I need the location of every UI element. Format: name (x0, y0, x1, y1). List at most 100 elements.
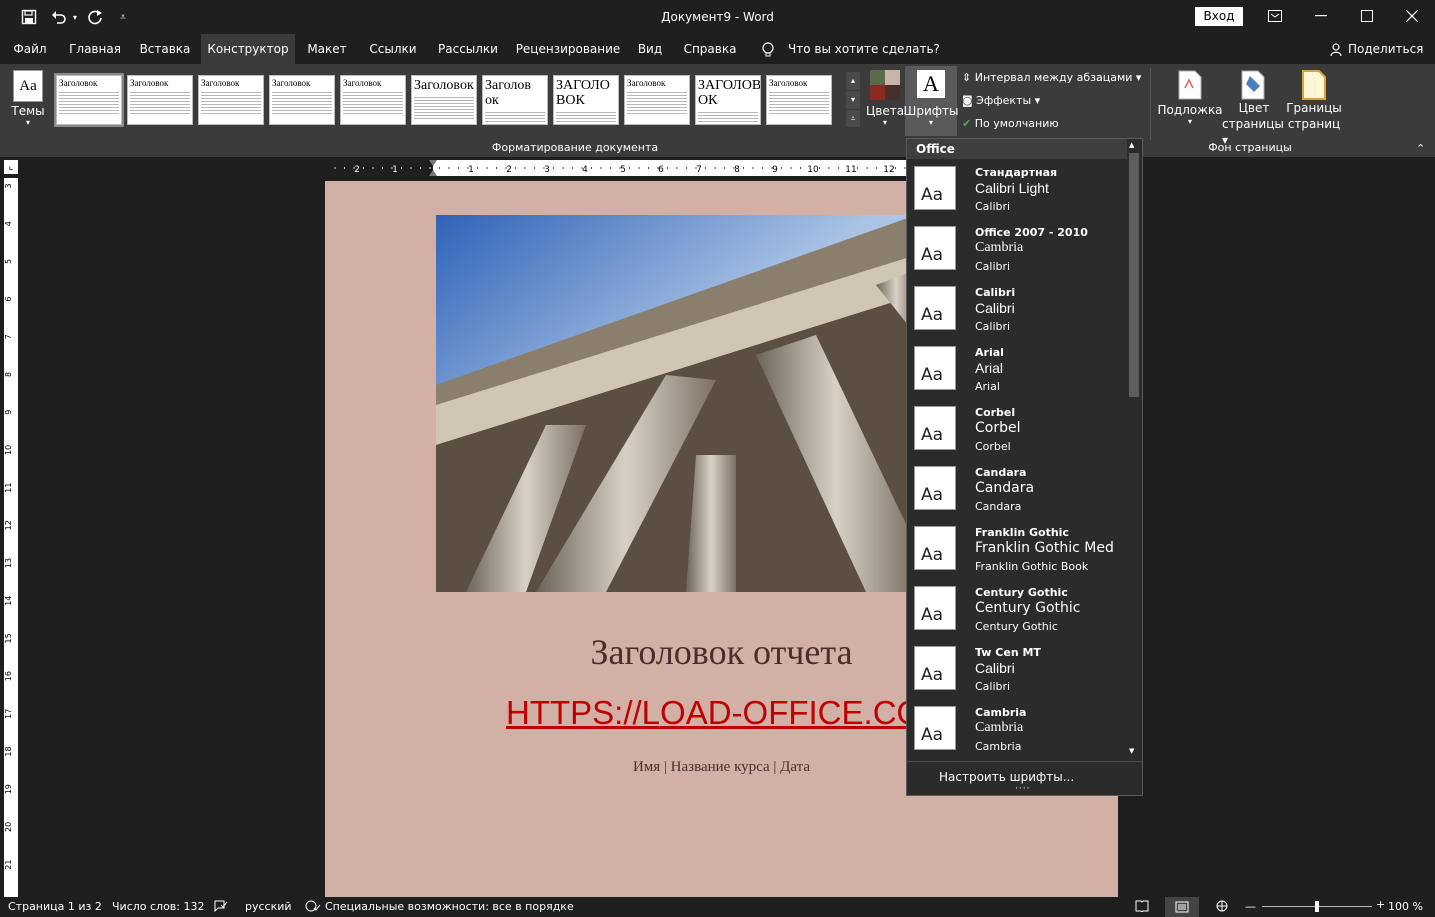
fonts-scroll-thumb[interactable] (1129, 153, 1139, 397)
gallery-up-icon[interactable]: ▴ (846, 72, 860, 90)
tell-me-search[interactable]: Что вы хотите сделать? (788, 34, 940, 64)
tab-references[interactable]: Ссылки (362, 34, 424, 64)
maximize-icon[interactable] (1344, 0, 1390, 32)
style-set-heading: Заголовок (59, 78, 98, 88)
font-theme-item[interactable]: Aa Стандартная Calibri Light Calibri (907, 161, 1127, 221)
fonts-footer: Настроить шрифты... ···· (907, 761, 1142, 796)
tab-review[interactable]: Рецензирование (512, 34, 624, 64)
fonts-button[interactable]: A Шрифты ▾ (904, 66, 959, 136)
style-set-thumb[interactable]: Заголовок (269, 75, 335, 125)
font-preview-icon: Aa (914, 406, 956, 450)
font-theme-item[interactable]: Aa Tw Cen MT Calibri Calibri (907, 641, 1127, 701)
tab-home[interactable]: Главная (62, 34, 128, 64)
gallery-more-icon[interactable]: ⩡ (846, 110, 860, 127)
scroll-up-icon[interactable]: ▲ (1129, 141, 1134, 149)
print-layout-icon[interactable] (1165, 897, 1199, 917)
style-set-thumb[interactable]: Заголовок (340, 75, 406, 125)
style-set-thumb[interactable]: Заголов ок (482, 75, 548, 125)
page-borders-label-1: Границы (1286, 101, 1342, 115)
font-theme-item[interactable]: Aa Candara Candara Candara (907, 461, 1127, 521)
lightbulb-icon[interactable] (760, 34, 776, 64)
style-set-thumb[interactable]: ЗАГОЛОВ ОК (695, 75, 761, 125)
style-set-heading: Заголовок (769, 78, 808, 88)
ruler-number: 11 (845, 165, 856, 175)
page-color-icon (1241, 70, 1265, 100)
fonts-scrollbar[interactable]: ▲ ▼ (1127, 139, 1142, 759)
web-layout-icon[interactable] (1215, 900, 1229, 915)
zoom-slider-thumb[interactable] (1315, 901, 1319, 912)
read-mode-icon[interactable] (1135, 900, 1149, 915)
fonts-dropdown: Office ▲ ▼ Aa Стандартная Calibri Light Cal… (906, 138, 1143, 796)
font-theme-body: Calibri (975, 200, 1011, 213)
scroll-down-icon[interactable]: ▼ (1129, 747, 1134, 755)
zoom-out-icon[interactable]: — (1245, 900, 1256, 913)
tab-file[interactable]: Файл (8, 34, 52, 64)
tab-selector[interactable]: ⌞ (4, 160, 18, 174)
ruler-number: 10 (807, 165, 819, 175)
customize-fonts-button[interactable]: Настроить шрифты... (939, 770, 1074, 784)
menu-bar: Файл Главная Вставка Конструктор Макет С… (0, 34, 1435, 64)
font-theme-item[interactable]: Aa Century Gothic Century Gothic Century Go… (907, 581, 1127, 641)
share-button[interactable]: Поделиться (1348, 34, 1423, 64)
page-color-button[interactable]: Цвет страницы ▾ (1222, 70, 1286, 148)
set-default-button[interactable]: ✔ По умолчанию (962, 117, 1059, 130)
font-theme-name: Cambria (975, 706, 1027, 719)
vruler-number: 3 (4, 183, 13, 188)
font-theme-heading: Cambria (975, 720, 1024, 735)
tab-layout[interactable]: Макет (301, 34, 353, 64)
zoom-in-icon[interactable]: + (1376, 898, 1385, 911)
ribbon-display-icon[interactable] (1252, 0, 1298, 32)
style-set-thumb[interactable]: Заголовок (54, 73, 124, 127)
accessibility-icon[interactable] (305, 900, 321, 915)
font-theme-heading: Cambria (975, 240, 1024, 255)
tab-view[interactable]: Вид (632, 34, 668, 64)
share-person-icon[interactable] (1328, 34, 1344, 64)
close-icon[interactable] (1389, 0, 1435, 32)
minimize-icon[interactable] (1298, 0, 1344, 32)
gallery-down-icon[interactable]: ▾ (846, 91, 860, 109)
language[interactable]: русский (245, 900, 292, 913)
tab-help[interactable]: Справка (678, 34, 742, 64)
zoom-slider[interactable] (1262, 901, 1372, 912)
ruler-number: 12 (883, 165, 894, 175)
tab-insert[interactable]: Вставка (134, 34, 196, 64)
style-set-thumb[interactable]: Заголовок (624, 75, 690, 125)
font-theme-item[interactable]: Aa Franklin Gothic Franklin Gothic Med Fran… (907, 521, 1127, 581)
cover-photo[interactable] (436, 215, 916, 592)
gallery-scroll[interactable]: ▴ ▾ ⩡ (846, 72, 860, 127)
tab-mailings[interactable]: Рассылки (432, 34, 504, 64)
style-set-thumb[interactable]: Заголовок (127, 75, 193, 125)
font-theme-item[interactable]: Aa Cambria Cambria Cambria (907, 701, 1127, 761)
font-theme-item[interactable]: Aa Office 2007 - 2010 Cambria Calibri (907, 221, 1127, 281)
effects-icon: ◙ (962, 94, 977, 107)
proofing-icon[interactable] (214, 900, 228, 915)
font-theme-item[interactable]: Aa Arial Arial Arial (907, 341, 1127, 401)
paragraph-spacing-button[interactable]: ⇕ Интервал между абзацами ▾ (962, 71, 1141, 84)
font-theme-item[interactable]: Aa Calibri Calibri Calibri (907, 281, 1127, 341)
tab-design[interactable]: Конструктор (201, 34, 295, 64)
themes-icon: Aa (13, 70, 43, 102)
font-preview-icon: Aa (914, 466, 956, 510)
font-theme-item[interactable]: Aa Corbel Corbel Corbel (907, 401, 1127, 461)
themes-button[interactable]: Aa Темы ▾ (10, 70, 46, 127)
fonts-dropdown-header: Office (907, 139, 1127, 159)
style-set-thumb[interactable]: Заголовок (766, 75, 832, 125)
vertical-ruler[interactable]: 345678910111213141516171819202122 (4, 178, 18, 898)
accessibility-status[interactable]: Специальные возможности: все в порядке (325, 900, 574, 913)
signin-button[interactable]: Вход (1195, 7, 1243, 26)
colors-button[interactable]: Цвета ▾ (862, 70, 908, 127)
page-count[interactable]: Страница 1 из 2 (8, 900, 102, 913)
effects-button[interactable]: ◙ Эффекты ▾ (962, 94, 1040, 107)
watermark-button[interactable]: Подложка ▾ (1157, 70, 1223, 126)
report-link[interactable]: HTTPS://LOAD-OFFICE.CO (506, 694, 922, 732)
resize-grip-icon[interactable]: ···· (1015, 784, 1030, 794)
vruler-number: 14 (4, 596, 13, 606)
zoom-level[interactable]: 100 % (1388, 900, 1423, 913)
watermark-label: Подложка (1157, 103, 1223, 117)
style-set-thumb[interactable]: ЗАГОЛО ВОК (553, 75, 619, 125)
style-set-thumb[interactable]: Заголовок (198, 75, 264, 125)
style-set-thumb[interactable]: Заголовок (411, 75, 477, 125)
page-borders-button[interactable]: Границы страниц (1286, 70, 1342, 132)
collapse-ribbon-icon[interactable]: ⌃ (1416, 142, 1425, 155)
word-count[interactable]: Число слов: 132 (112, 900, 205, 913)
